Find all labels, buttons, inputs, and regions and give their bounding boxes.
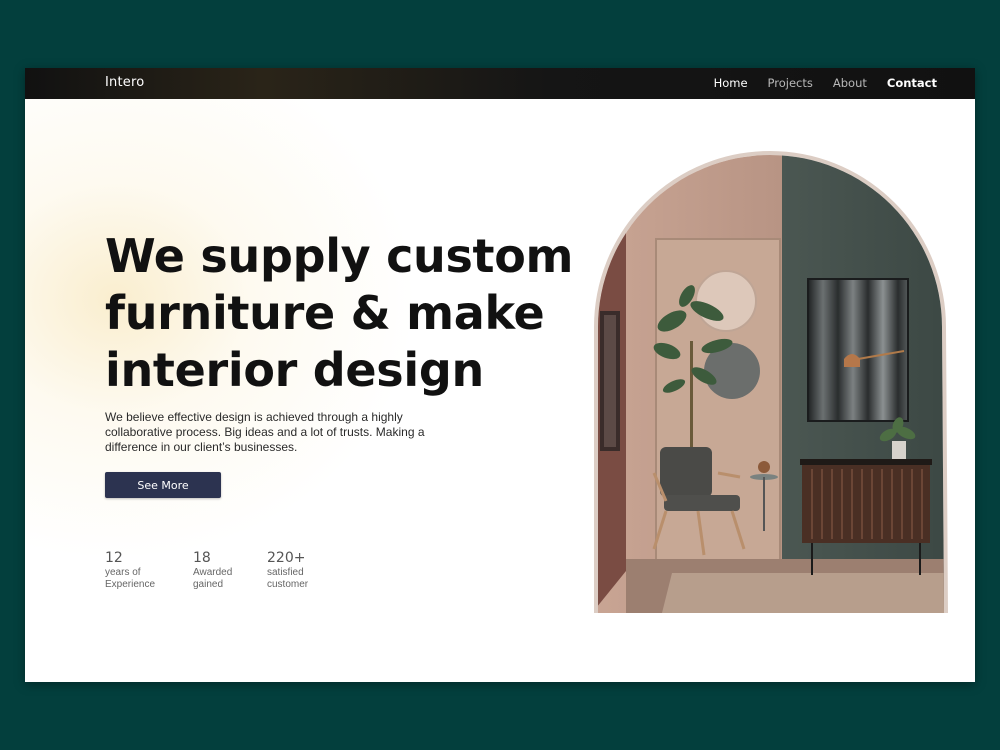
see-more-button[interactable]: See More: [105, 472, 221, 498]
stat-label: Awarded: [193, 567, 233, 578]
hero-headline: We supply custom furniture & make interi…: [105, 228, 585, 399]
hero-section: We supply custom furniture & make interi…: [25, 99, 975, 682]
stat-value: 18: [193, 550, 211, 566]
stat-customers: 220+ satisfied customer: [267, 549, 337, 591]
stat-label: satisfied: [267, 567, 304, 578]
stat-value: 12: [105, 550, 123, 566]
brand-logo[interactable]: Intero: [105, 75, 144, 90]
stat-value: 220+: [267, 550, 306, 566]
nav-about[interactable]: About: [833, 76, 867, 90]
stat-awards: 18 Awarded gained: [193, 549, 241, 591]
stats-row: 12 years of Experience 18 Awarded gained…: [105, 549, 363, 591]
interior-arch-photo: [594, 151, 948, 613]
nav-links: Home Projects About Contact: [714, 76, 937, 90]
top-navbar: Intero Home Projects About Contact: [25, 68, 975, 99]
stat-label: years of: [105, 567, 141, 578]
hero-description: We believe effective design is achieved …: [105, 410, 425, 454]
nav-contact[interactable]: Contact: [887, 76, 937, 90]
hero-headline-line: furniture & make: [105, 286, 545, 340]
nav-home[interactable]: Home: [714, 76, 748, 90]
stat-label: customer: [267, 579, 309, 590]
hero-headline-line: We supply custom: [105, 229, 574, 283]
browser-frame: Intero Home Projects About Contact We su…: [25, 68, 975, 682]
nav-projects[interactable]: Projects: [768, 76, 813, 90]
stat-experience: 12 years of Experience: [105, 549, 167, 591]
stat-label: gained: [193, 579, 224, 590]
stat-label: Experience: [105, 579, 156, 590]
hero-headline-line: interior design: [105, 343, 484, 397]
